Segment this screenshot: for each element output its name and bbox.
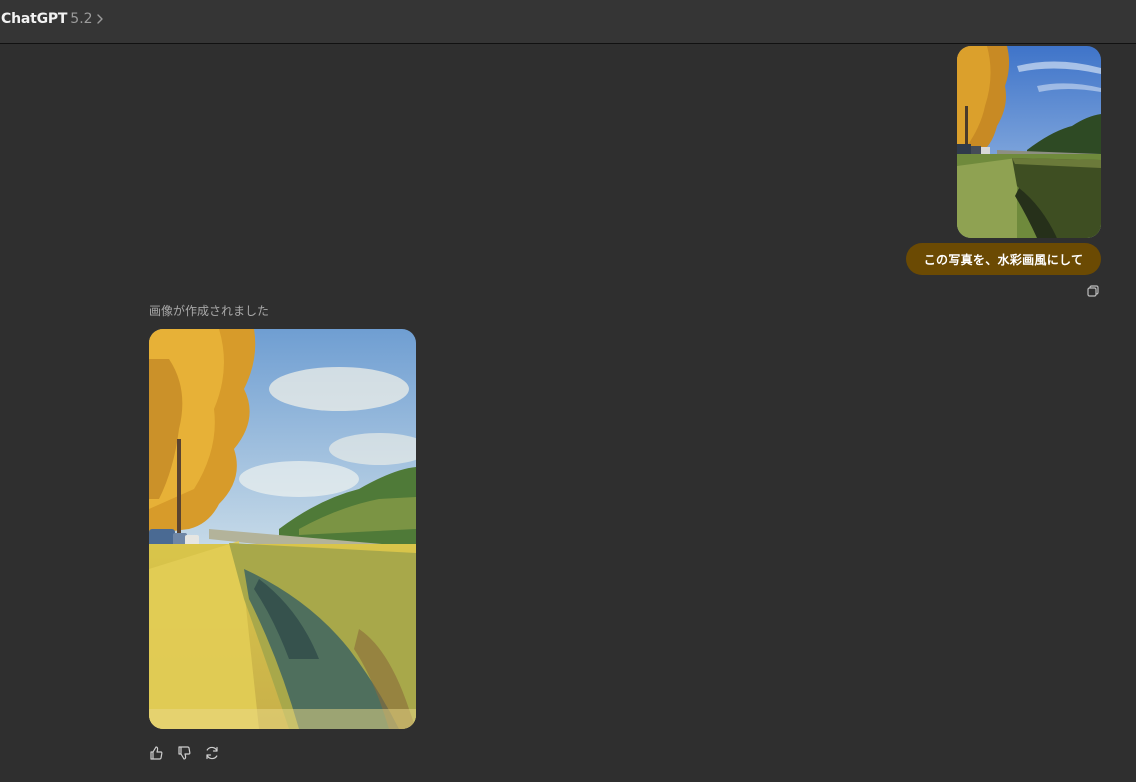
- thumbs-up-icon[interactable]: [148, 745, 164, 761]
- image-created-status: 画像が作成されました: [149, 304, 270, 318]
- generated-watercolor-image[interactable]: [149, 329, 416, 729]
- regenerate-icon[interactable]: [204, 745, 220, 761]
- watercolor-landscape-illustration: [149, 329, 416, 729]
- copy-icon[interactable]: [1086, 284, 1100, 298]
- photo-landscape-illustration: [957, 46, 1101, 238]
- top-bar: ChatGPT 5.2: [0, 0, 1136, 44]
- user-message-bubble: この写真を、水彩画風にして: [906, 243, 1101, 275]
- model-version: 5.2: [70, 11, 93, 27]
- user-uploaded-photo[interactable]: [957, 46, 1101, 238]
- thumbs-down-icon[interactable]: [176, 745, 192, 761]
- model-switcher[interactable]: ChatGPT 5.2: [1, 9, 105, 29]
- chevron-right-icon: [96, 14, 103, 24]
- app-name: ChatGPT: [1, 11, 68, 27]
